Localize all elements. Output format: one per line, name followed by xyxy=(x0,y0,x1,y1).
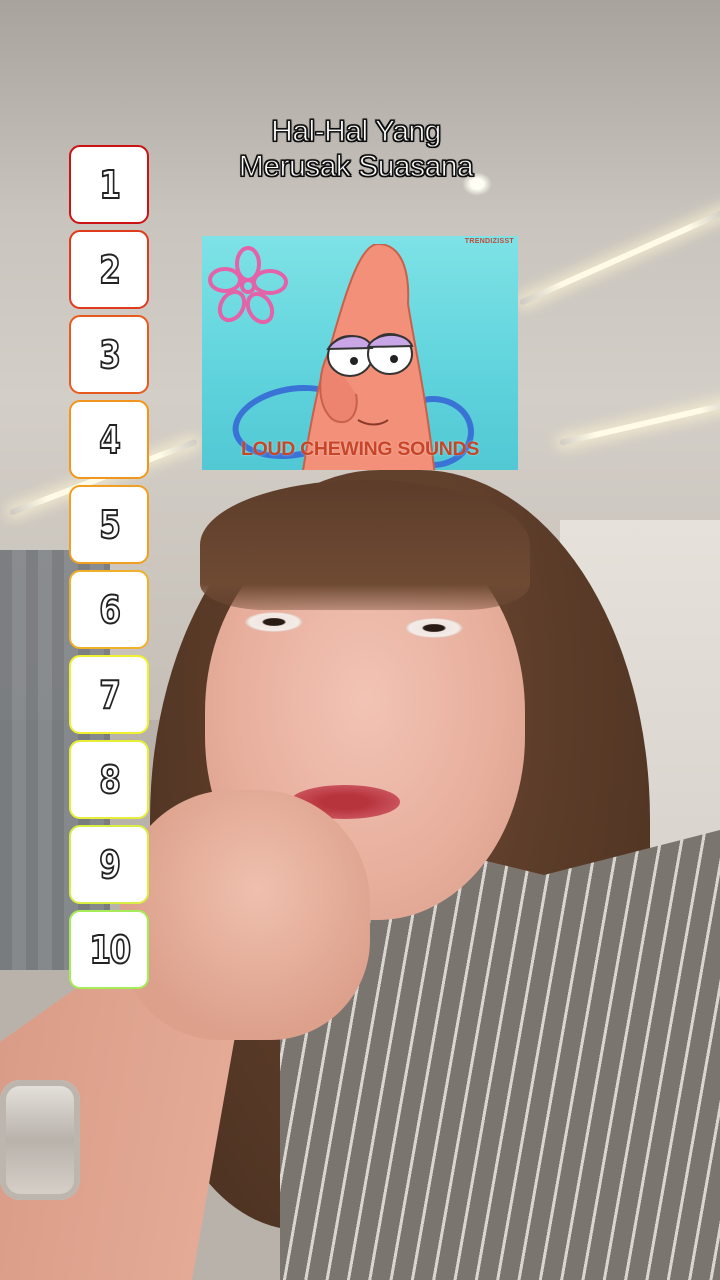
rank-number: 4 xyxy=(98,417,121,463)
meme-watermark: TRENDIZISST xyxy=(464,238,514,245)
rank-slot-5[interactable]: 5 xyxy=(69,485,149,564)
left-eye xyxy=(245,612,303,632)
rank-slot-6[interactable]: 6 xyxy=(69,570,149,649)
meme-card: TRENDIZISST LOUD CHEWING SOUNDS xyxy=(202,236,518,470)
person-hand xyxy=(120,790,370,1040)
sea-flower-icon xyxy=(208,246,288,325)
rank-slot-10[interactable]: 10 xyxy=(69,910,149,989)
wristwatch xyxy=(0,1080,80,1200)
rank-number: 8 xyxy=(98,757,121,803)
rank-slot-1[interactable]: 1 xyxy=(69,145,149,224)
rank-number: 1 xyxy=(98,162,121,208)
rank-number: 9 xyxy=(98,842,121,888)
rank-slot-9[interactable]: 9 xyxy=(69,825,149,904)
ranking-list: 1 2 3 4 5 6 7 8 9 10 xyxy=(69,145,153,995)
rank-slot-7[interactable]: 7 xyxy=(69,655,149,734)
patrick-star-icon xyxy=(302,244,436,470)
rank-number: 6 xyxy=(98,587,121,633)
rank-slot-2[interactable]: 2 xyxy=(69,230,149,309)
title-line-1: Hal-Hal Yang xyxy=(271,115,442,149)
rank-number: 10 xyxy=(88,927,131,973)
title-line-2: Merusak Suasana xyxy=(238,150,474,184)
meme-caption: LOUD CHEWING SOUNDS xyxy=(240,438,480,460)
rank-slot-3[interactable]: 3 xyxy=(69,315,149,394)
right-eye xyxy=(405,618,463,638)
rank-number: 7 xyxy=(98,672,121,718)
rank-slot-4[interactable]: 4 xyxy=(69,400,149,479)
filter-title: Hal-Hal Yang Merusak Suasana xyxy=(200,114,512,184)
rank-number: 5 xyxy=(98,502,121,548)
rank-number: 2 xyxy=(98,247,121,293)
rank-slot-8[interactable]: 8 xyxy=(69,740,149,819)
person-bangs xyxy=(200,480,530,610)
rank-number: 3 xyxy=(98,332,121,378)
